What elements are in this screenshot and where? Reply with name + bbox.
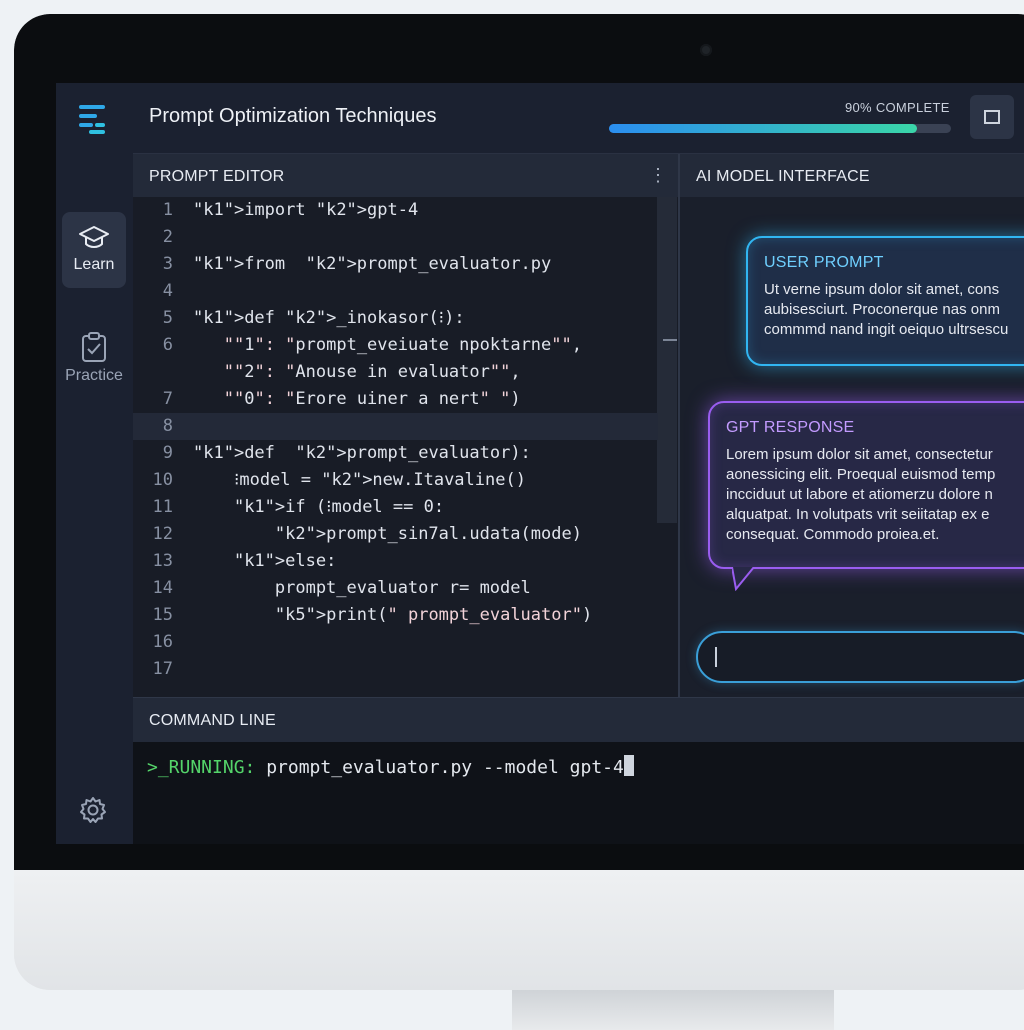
prompt-editor-header: PROMPT EDITOR ⋮	[133, 154, 678, 198]
graduation-cap-icon	[79, 226, 109, 248]
line-number: 6	[162, 335, 173, 355]
code-line[interactable]: ""2": "Anouse in evaluator"",	[133, 359, 658, 386]
command-line-title: COMMAND LINE	[149, 712, 276, 729]
header-window-button[interactable]	[970, 95, 1014, 139]
line-number: 12	[152, 524, 173, 544]
code-line[interactable]: 16	[133, 629, 658, 656]
gpt-response-title: GPT RESPONSE	[726, 419, 855, 436]
code-line[interactable]: 14 prompt_evaluator r= model	[133, 575, 658, 602]
code-line[interactable]: 1 "k1">import "k2">gpt-4	[133, 197, 658, 224]
text-caret	[715, 647, 717, 667]
code-text: prompt_evaluator r= model	[193, 578, 531, 598]
code-text: "k1">import "k2">gpt-4	[193, 200, 419, 220]
app-window: Learn Practice Prompt Optimization Techn…	[56, 83, 1024, 844]
code-text: "k1">def "k2">prompt_evaluator):	[193, 443, 531, 463]
progress-fill	[609, 124, 917, 133]
line-number: 15	[152, 605, 173, 625]
user-prompt-text: Ut verne ipsum dolor sit amet, cons aubi…	[764, 281, 1009, 338]
command-prompt: >_RUNNING:	[147, 757, 256, 778]
line-number: 4	[162, 281, 173, 301]
code-text: "k1">else:	[233, 551, 337, 571]
window-icon	[984, 110, 1000, 124]
code-line[interactable]: 4	[133, 278, 658, 305]
code-text: "k1">def "k2">_inokasor(⁝):	[193, 308, 465, 328]
page-title: Prompt Optimization Techniques	[149, 105, 437, 127]
user-prompt-title: USER PROMPT	[764, 254, 884, 271]
command-line[interactable]: >_RUNNING: prompt_evaluator.py --model g…	[133, 742, 1024, 844]
code-text: "k1">if (⁝model == 0:	[233, 497, 445, 517]
command-line-header: COMMAND LINE	[133, 697, 1024, 743]
line-number: 16	[152, 632, 173, 652]
code-text: ""1": "prompt_eveiuate npoktarne"",	[223, 335, 583, 355]
clipboard-check-icon	[82, 332, 106, 362]
code-text: "k2">prompt_sin7al.udata(mode)	[274, 524, 582, 544]
code-line[interactable]: 10 ⁝model = "k2">new.Itavaline()	[133, 467, 658, 494]
app-logo-icon	[79, 105, 105, 134]
camera	[700, 44, 712, 56]
terminal-cursor	[623, 755, 634, 776]
line-number: 9	[162, 443, 173, 463]
command-line-entry[interactable]: >_RUNNING: prompt_evaluator.py --model g…	[147, 755, 634, 778]
code-line[interactable]: 11 "k1">if (⁝model == 0:	[133, 494, 658, 521]
line-number: 13	[152, 551, 173, 571]
gear-icon[interactable]	[78, 795, 108, 825]
sidebar-item-label: Learn	[73, 256, 115, 273]
code-line[interactable]: 5 "k1">def "k2">_inokasor(⁝):	[133, 305, 658, 332]
progress-label: 90% COMPLETE	[845, 100, 950, 115]
line-number: 5	[162, 308, 173, 328]
monitor-chin	[14, 870, 1024, 990]
prompt-editor-title: PROMPT EDITOR	[149, 168, 285, 185]
code-text: ""2": "Anouse in evaluator"",	[223, 362, 521, 382]
line-number: 11	[152, 497, 173, 517]
chat-input[interactable]	[696, 631, 1024, 683]
line-number: 3	[162, 254, 173, 274]
code-line[interactable]: 13 "k1">else:	[133, 548, 658, 575]
sidebar-item-practice[interactable]: Practice	[62, 319, 126, 395]
sidebar-item-label: Practice	[65, 367, 123, 384]
line-number: 2	[162, 227, 173, 247]
code-text: ""0": "Erore uiner a nert" ")	[223, 389, 521, 409]
line-number: 1	[162, 200, 173, 220]
scrollbar-thumb[interactable]	[663, 339, 677, 341]
gpt-response-text: Lorem ipsum dolor sit amet, consectetur …	[726, 446, 996, 543]
monitor-stand	[512, 990, 834, 1030]
code-line[interactable]: 7 ""0": "Erore uiner a nert" ")	[133, 386, 658, 413]
code-text: ⁝model = "k2">new.Itavaline()	[193, 470, 526, 490]
kebab-menu-icon[interactable]: ⋮	[649, 166, 667, 184]
code-text: "k1">from "k2">prompt_evaluator.py	[193, 254, 552, 274]
command-text: prompt_evaluator.py --model gpt-4	[255, 757, 624, 778]
ai-panel-title: AI MODEL INTERFACE	[696, 168, 870, 185]
sidebar-item-learn[interactable]: Learn	[62, 212, 126, 288]
code-line[interactable]: 8	[133, 413, 658, 440]
code-line[interactable]: 6 ""1": "prompt_eveiuate npoktarne"",	[133, 332, 658, 359]
line-number: 8	[162, 416, 173, 436]
ai-model-panel: USER PROMPT Ut verne ipsum dolor sit ame…	[678, 197, 1024, 697]
code-line[interactable]: 9 "k1">def "k2">prompt_evaluator):	[133, 440, 658, 467]
code-line[interactable]: 2	[133, 224, 658, 251]
code-line[interactable]: 12 "k2">prompt_sin7al.udata(mode)	[133, 521, 658, 548]
user-prompt-bubble: USER PROMPT Ut verne ipsum dolor sit ame…	[746, 236, 1024, 366]
line-number: 10	[152, 470, 173, 490]
bubble-tail	[732, 567, 755, 591]
line-number: 7	[162, 389, 173, 409]
line-number: 17	[152, 659, 173, 679]
code-line[interactable]: 17	[133, 656, 658, 683]
line-number: 14	[152, 578, 173, 598]
progress-bar	[609, 124, 951, 133]
code-line[interactable]: 3 "k1">from "k2">prompt_evaluator.py	[133, 251, 658, 278]
header: Prompt Optimization Techniques 90% COMPL…	[133, 83, 1024, 154]
editor-scrollbar[interactable]	[657, 197, 677, 523]
sidebar: Learn Practice	[56, 83, 134, 844]
ai-panel-header: AI MODEL INTERFACE	[678, 154, 1024, 198]
code-text: "k5">print(" prompt_evaluator")	[274, 605, 593, 625]
code-editor[interactable]: 1 "k1">import "k2">gpt-4 2 3 "k1">from "k2">…	[133, 197, 678, 697]
code-line[interactable]: 15 "k5">print(" prompt_evaluator")	[133, 602, 658, 629]
gpt-response-bubble: GPT RESPONSE Lorem ipsum dolor sit amet,…	[708, 401, 1024, 591]
